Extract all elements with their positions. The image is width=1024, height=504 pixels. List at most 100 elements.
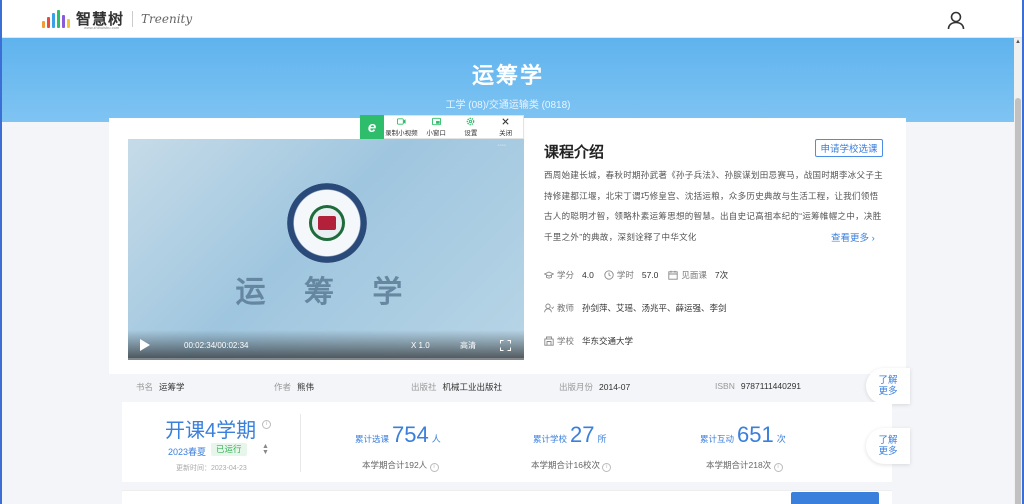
graduation-cap-icon	[544, 271, 554, 279]
mini-window-label: 小窗口	[426, 130, 446, 137]
video-progress-bar[interactable]	[128, 358, 524, 360]
logo-url: www.zhihuishu.com	[84, 25, 120, 30]
book-info-row: 书名 运筹学 作者 熊伟 出版社 机械工业出版社 出版月份 2014-07 ISBN 97…	[122, 374, 892, 398]
school-stat-label: 累计学校	[533, 434, 568, 444]
book-date-label: 出版月份	[559, 382, 594, 392]
quality-selector[interactable]: 高清	[460, 340, 476, 351]
site-logo[interactable]: 智慧树 Treenity	[42, 0, 192, 38]
term-switch-icon[interactable]: ▲ ▼	[262, 443, 269, 456]
book-name-value: 运筹学	[159, 382, 185, 392]
settings-label: 设置	[464, 130, 478, 137]
school-label: 学校	[557, 336, 575, 346]
record-video-button[interactable]: 录制小视频	[384, 115, 419, 139]
interact-stat: 累计互动 651 次	[700, 422, 786, 448]
info-icon[interactable]: i	[773, 463, 783, 472]
school-row: 学校 华东交通大学	[544, 335, 643, 347]
school-name[interactable]: 华东交通大学	[582, 335, 633, 347]
credit-value: 4.0	[582, 270, 594, 280]
interact-unit: 次	[776, 434, 786, 444]
view-more-link[interactable]: 查看更多 ›	[825, 230, 875, 244]
video-player[interactable]: ◦◦◦◦ 运 筹 学 00:02:34/00:02:34 X 1.0 高清	[128, 139, 524, 360]
interact-sub: 本学期合计218次 i	[706, 459, 783, 472]
book-author-value: 熊伟	[297, 382, 315, 392]
book-author: 作者 熊伟	[274, 381, 314, 393]
semester-count: 开课4学期	[165, 420, 257, 442]
logo-english: Treenity	[141, 11, 193, 26]
enroll-sub: 本学期合计192人 i	[362, 459, 439, 472]
stats-divider	[300, 414, 301, 472]
hours-value: 57.0	[641, 270, 659, 280]
term-name[interactable]: 2023春夏	[168, 445, 206, 458]
enroll-sub-text: 本学期合计192人	[362, 460, 428, 470]
video-controls: 00:02:34/00:02:34 X 1.0 高清	[128, 330, 524, 360]
learn-more-button-book[interactable]: 了解 更多	[866, 368, 910, 404]
info-icon[interactable]: i	[602, 463, 612, 472]
enroll-label: 累计选课	[355, 434, 390, 444]
scroll-up-icon[interactable]: ▲	[1014, 38, 1022, 46]
info-icon[interactable]: i	[262, 420, 271, 429]
settings-button[interactable]: 设置	[454, 115, 489, 139]
calendar-icon	[668, 270, 679, 280]
view-more-label: 查看更多	[831, 233, 870, 244]
user-icon[interactable]	[946, 10, 966, 30]
video-watermark: ◦◦◦◦	[497, 143, 506, 149]
update-time-label: 更新时间：	[176, 465, 211, 472]
top-bar: 智慧树 Treenity www.zhihuishu.com	[2, 0, 1022, 38]
course-hero: 运筹学 工学 (08)/交通运输类 (0818)	[2, 38, 1014, 122]
teacher-icon	[544, 303, 554, 313]
book-author-label: 作者	[274, 382, 292, 392]
enroll-unit: 人	[431, 434, 441, 444]
school-sub-text: 本学期合计16校次	[531, 460, 600, 470]
logo-divider	[132, 10, 134, 27]
course-title: 运筹学	[471, 63, 544, 88]
learn-more-label-line1: 了解	[878, 435, 898, 446]
interact-sub-text: 本学期合计218次	[706, 460, 772, 470]
teacher-names: 孙剑萍、艾瑶、汤兆平、薛运强、李剑	[582, 303, 727, 313]
learn-more-label-line1: 了解	[878, 375, 898, 386]
record-icon	[396, 118, 406, 125]
learn-more-label-line2: 更多	[878, 446, 898, 457]
intro-title: 课程介绍	[544, 144, 605, 161]
book-isbn: ISBN 9787111440291	[715, 381, 801, 391]
record-video-label: 录制小视频	[385, 130, 418, 137]
play-icon[interactable]	[140, 339, 150, 351]
book-isbn-label: ISBN	[715, 381, 735, 391]
info-icon[interactable]: i	[429, 463, 439, 472]
close-label: 关闭	[499, 130, 513, 137]
term-status-badge: 已运行	[211, 443, 247, 456]
book-date-value: 2014-07	[599, 382, 631, 392]
close-button[interactable]: 关闭	[488, 115, 523, 139]
speed-selector[interactable]: X 1.0	[411, 341, 430, 350]
clock-icon	[604, 270, 614, 280]
learn-more-label-line2: 更多	[878, 386, 898, 397]
book-publisher: 出版社 机械工业出版社	[411, 381, 502, 393]
video-time: 00:02:34/00:02:34	[184, 340, 249, 350]
page-scrollbar[interactable]: ▲	[1014, 38, 1022, 504]
book-date: 出版月份 2014-07	[559, 381, 630, 393]
meet-class-label: 见面课	[681, 270, 707, 280]
book-name-label: 书名	[136, 382, 154, 392]
mini-window-icon	[431, 117, 441, 126]
chevron-right-icon: ›	[871, 233, 875, 244]
fullscreen-icon[interactable]	[500, 339, 511, 351]
interact-label: 累计互动	[700, 434, 735, 444]
mini-window-button[interactable]: 小窗口	[419, 115, 454, 139]
scrollbar-thumb[interactable]	[1015, 98, 1021, 504]
school-stat: 累计学校 27 所	[533, 422, 607, 448]
logo-bars-icon	[42, 9, 70, 28]
close-icon	[502, 118, 509, 125]
update-time-value: 2023-04-23	[211, 465, 247, 472]
university-emblem-icon	[287, 183, 367, 263]
course-category: 工学 (08)/交通运输类 (0818)	[445, 100, 571, 111]
interact-value: 651	[737, 422, 774, 447]
next-section-button[interactable]	[791, 492, 879, 504]
learn-more-button-stats[interactable]: 了解 更多	[866, 428, 910, 464]
school-stat-unit: 所	[597, 434, 607, 444]
apply-course-button[interactable]: 申请学校选课	[815, 139, 883, 157]
book-publisher-value: 机械工业出版社	[442, 382, 503, 392]
school-stat-value: 27	[570, 422, 595, 447]
update-time: 更新时间：2023-04-23	[176, 463, 247, 473]
meet-class-value: 7次	[714, 270, 729, 280]
book-publisher-label: 出版社	[411, 382, 437, 392]
school-sub: 本学期合计16校次 i	[531, 459, 612, 472]
